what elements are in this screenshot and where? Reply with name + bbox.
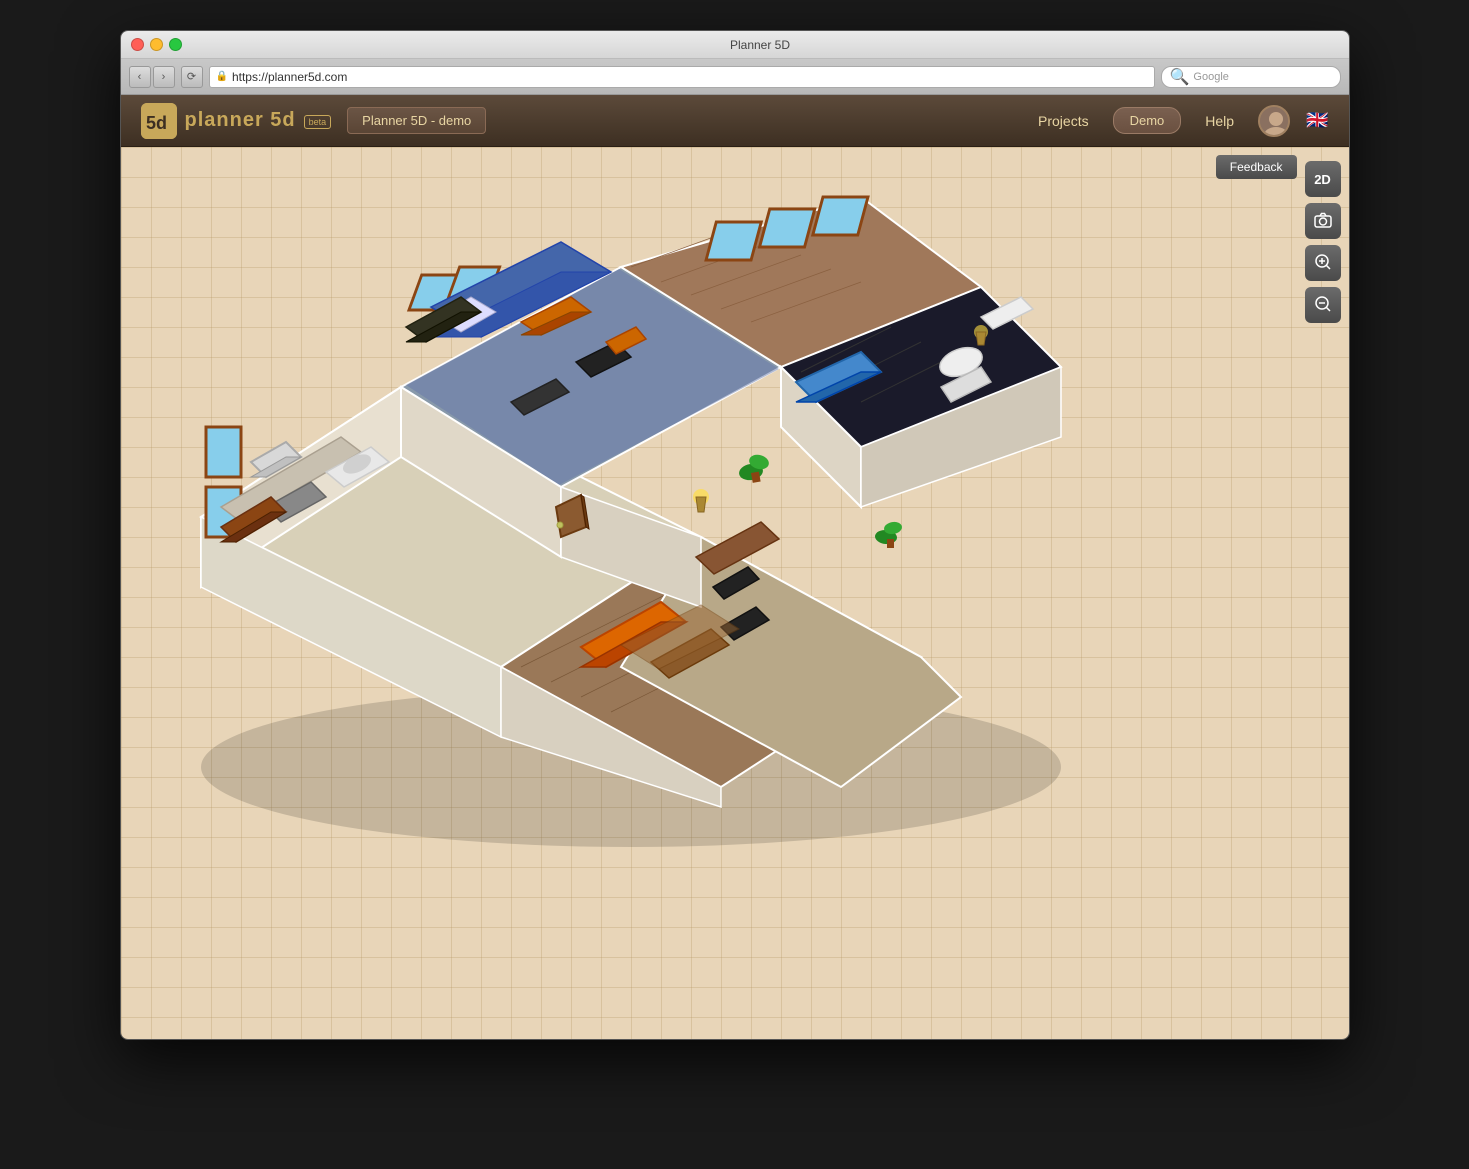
camera-button[interactable]: [1305, 203, 1341, 239]
nav-buttons: ‹ ›: [129, 66, 175, 88]
app-header: 5d planner 5d beta Planner 5D - demo Pro…: [121, 95, 1349, 147]
language-flag[interactable]: 🇬🇧: [1306, 110, 1328, 131]
project-name-button[interactable]: Planner 5D - demo: [347, 107, 486, 134]
help-link[interactable]: Help: [1197, 109, 1242, 133]
logo-planner: planner: [185, 109, 271, 131]
reload-button[interactable]: ⟳: [181, 66, 203, 88]
back-arrow-icon: ‹: [138, 71, 142, 83]
2d-view-button[interactable]: 2D: [1305, 161, 1341, 197]
forward-button[interactable]: ›: [153, 66, 175, 88]
main-canvas: Feedback 2D: [121, 147, 1349, 1039]
search-placeholder: Google: [1193, 71, 1228, 83]
url-field[interactable]: 🔒 https://planner5d.com: [209, 66, 1155, 88]
maximize-button[interactable]: [169, 38, 182, 51]
window-title: Planner 5D: [182, 38, 1339, 52]
right-toolbar: 2D: [1305, 161, 1341, 323]
url-bar: ‹ › ⟳ 🔒 https://planner5d.com 🔍 Google: [121, 59, 1349, 95]
demo-button[interactable]: Demo: [1113, 107, 1182, 134]
logo-icon: 5d: [141, 103, 177, 139]
beta-badge: beta: [304, 115, 332, 129]
camera-icon: [1313, 210, 1333, 233]
zoom-in-button[interactable]: [1305, 245, 1341, 281]
feedback-button[interactable]: Feedback: [1216, 155, 1297, 179]
search-field[interactable]: 🔍 Google: [1161, 66, 1341, 88]
2d-label: 2D: [1314, 172, 1331, 187]
browser-window: Planner 5D ‹ › ⟳ 🔒 https://planner5d.com…: [120, 30, 1350, 1040]
url-text: https://planner5d.com: [232, 70, 1148, 84]
reload-icon: ⟳: [187, 70, 196, 83]
svg-text:5d: 5d: [146, 113, 167, 133]
minimize-button[interactable]: [150, 38, 163, 51]
zoom-out-icon: [1313, 294, 1333, 317]
search-icon: 🔍: [1170, 67, 1190, 87]
lock-icon: 🔒: [216, 71, 228, 82]
logo-text: planner 5d: [185, 109, 296, 132]
close-button[interactable]: [131, 38, 144, 51]
titlebar-buttons: [131, 38, 182, 51]
logo-area: 5d planner 5d beta: [141, 103, 332, 139]
projects-link[interactable]: Projects: [1030, 109, 1097, 133]
forward-arrow-icon: ›: [162, 71, 166, 83]
floorplan-svg[interactable]: [141, 167, 1121, 907]
titlebar: Planner 5D: [121, 31, 1349, 59]
back-button[interactable]: ‹: [129, 66, 151, 88]
user-avatar[interactable]: [1258, 105, 1290, 137]
logo-5d: 5d: [270, 109, 295, 131]
zoom-in-icon: [1313, 252, 1333, 275]
zoom-out-button[interactable]: [1305, 287, 1341, 323]
